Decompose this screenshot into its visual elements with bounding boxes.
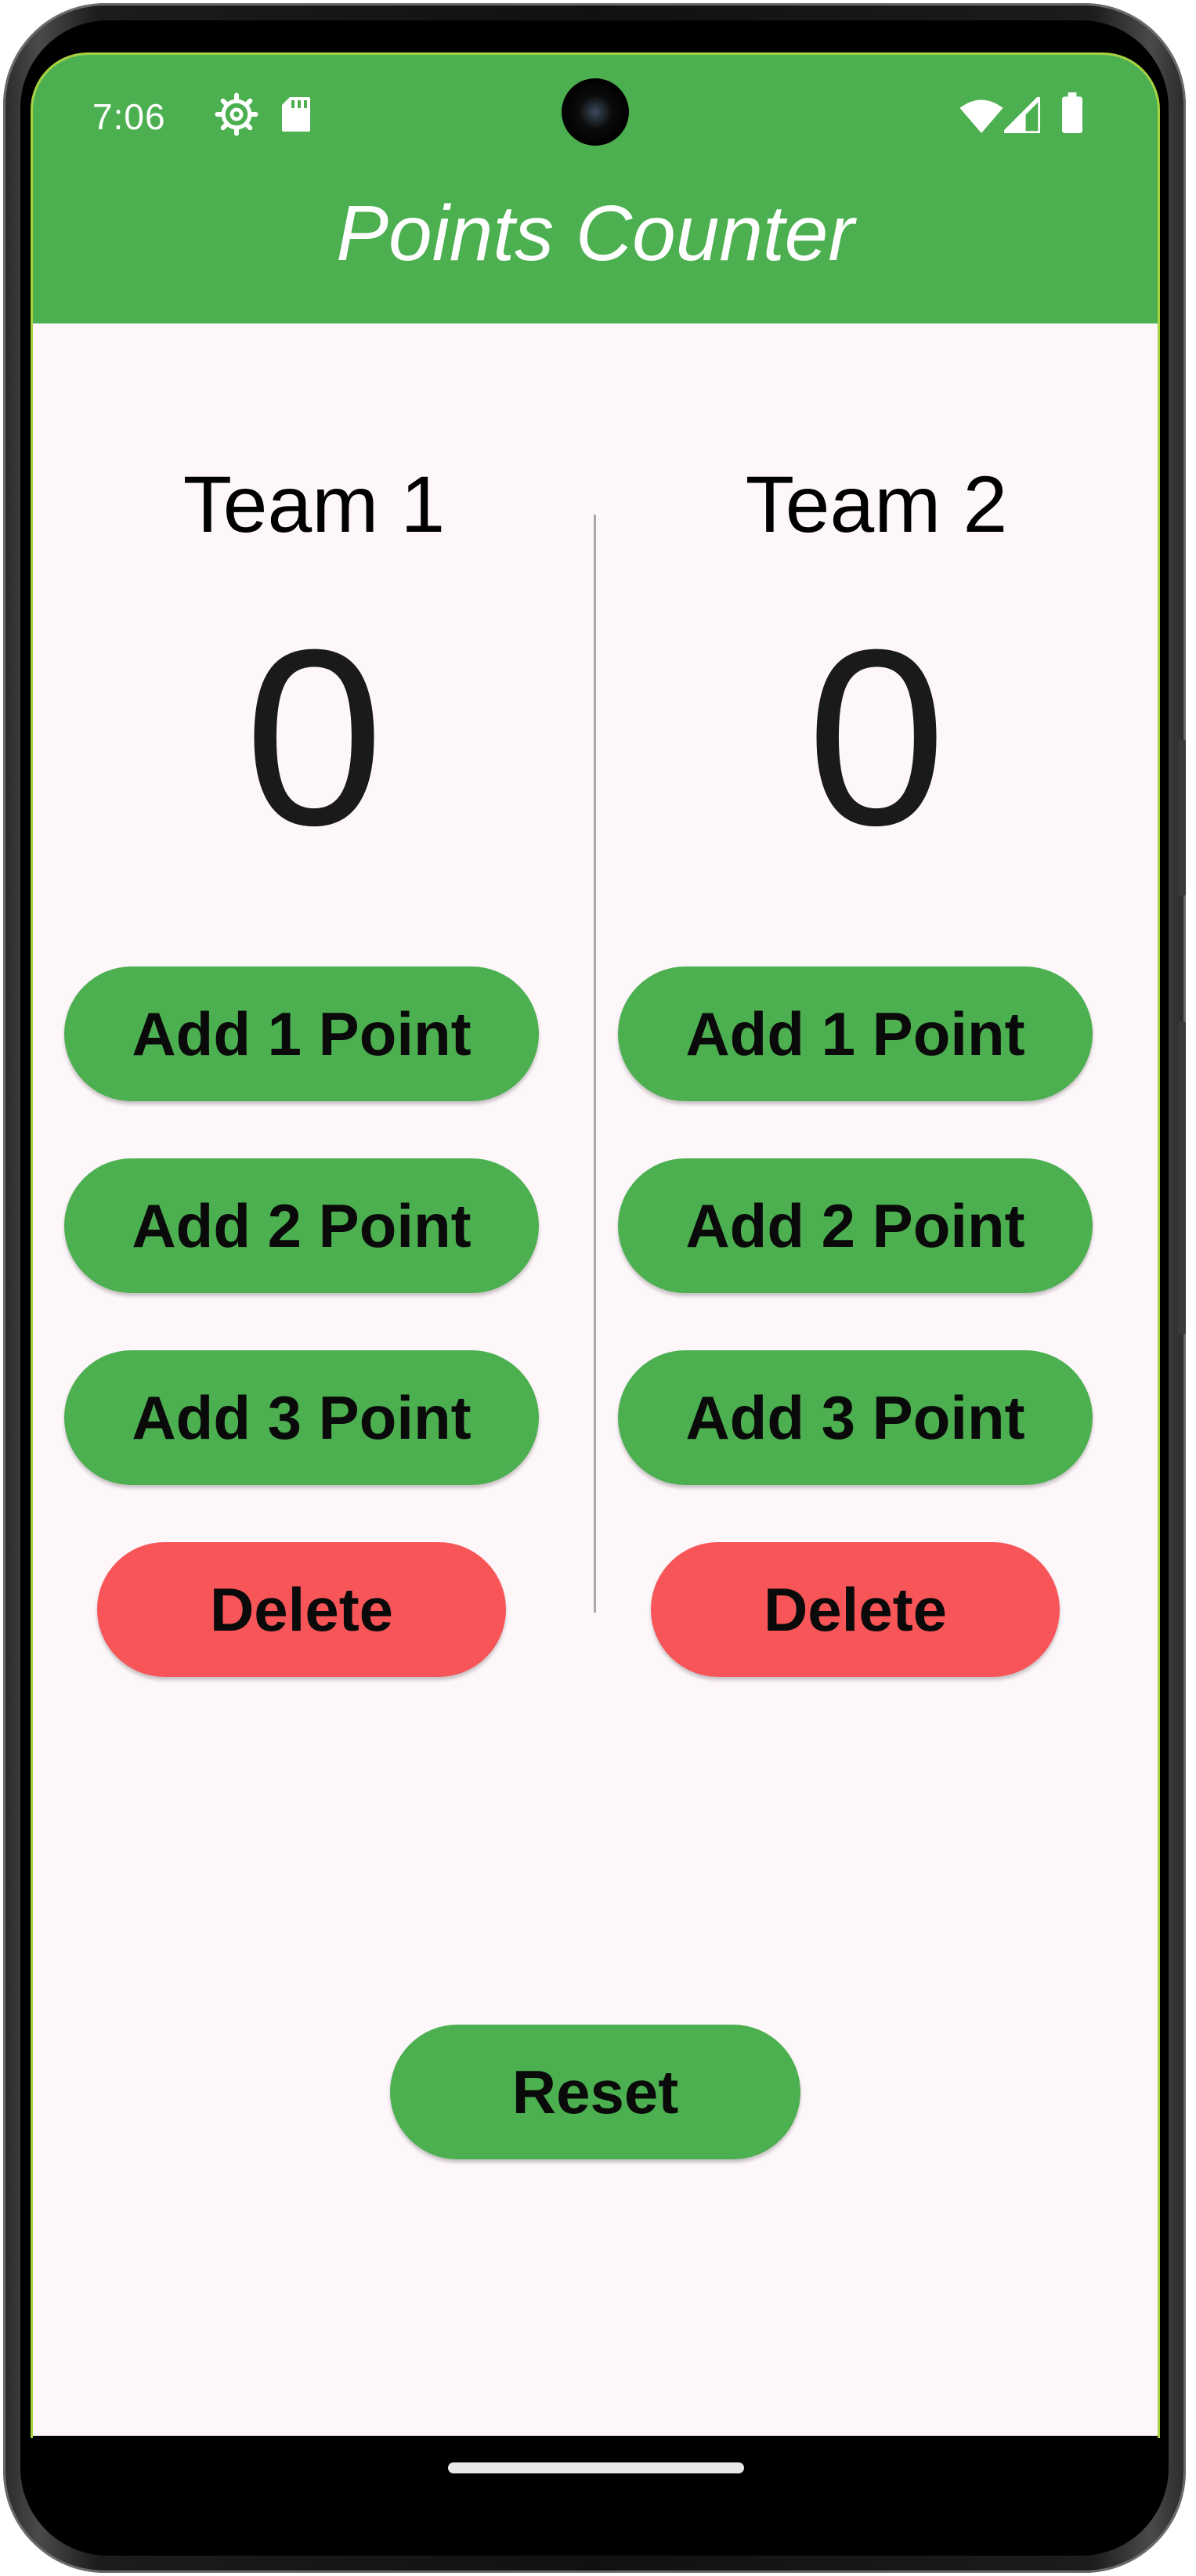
settings-gear-icon: [215, 92, 258, 136]
team-2-score: 0: [807, 597, 946, 877]
wifi-icon: [959, 99, 1003, 133]
team-1-delete-button[interactable]: Delete: [97, 1542, 506, 1677]
app-bar: 7:06 Points Counter: [33, 55, 1158, 323]
sd-card-icon: [282, 97, 310, 132]
cellular-signal-icon: [1004, 97, 1040, 133]
battery-icon: [1062, 92, 1082, 133]
reset-button[interactable]: Reset: [390, 2025, 800, 2159]
team-1-add-1-point-button[interactable]: Add 1 Point: [64, 966, 539, 1101]
team-2-column: Team 2 0 Add 1 Point Add 2 Point Add 3 P…: [595, 323, 1158, 1694]
app-title: Points Counter: [336, 190, 855, 277]
volume-button: [1178, 1021, 1186, 1335]
team-2-add-3-point-button[interactable]: Add 3 Point: [618, 1350, 1093, 1485]
team-2-name: Team 2: [745, 460, 1008, 549]
team-2-add-2-point-button[interactable]: Add 2 Point: [618, 1158, 1093, 1293]
team-2-add-1-point-button[interactable]: Add 1 Point: [618, 966, 1093, 1101]
team-1-add-3-point-button[interactable]: Add 3 Point: [64, 1350, 539, 1485]
team-1-add-2-point-button[interactable]: Add 2 Point: [64, 1158, 539, 1293]
team-1-name: Team 1: [182, 460, 446, 549]
team-2-delete-button[interactable]: Delete: [651, 1542, 1060, 1677]
navigation-bar: [33, 2436, 1158, 2498]
team-1-score: 0: [244, 597, 384, 877]
power-button: [1178, 739, 1186, 896]
team-1-column: Team 1 0 Add 1 Point Add 2 Point Add 3 P…: [33, 323, 595, 1694]
status-bar: 7:06: [33, 55, 1158, 172]
home-gesture-handle[interactable]: [448, 2462, 744, 2473]
app-screen: 7:06 Points Counter Team 1 0 Add 1 Point…: [33, 55, 1158, 2436]
status-time: 7:06: [92, 96, 166, 137]
front-camera: [562, 78, 629, 146]
